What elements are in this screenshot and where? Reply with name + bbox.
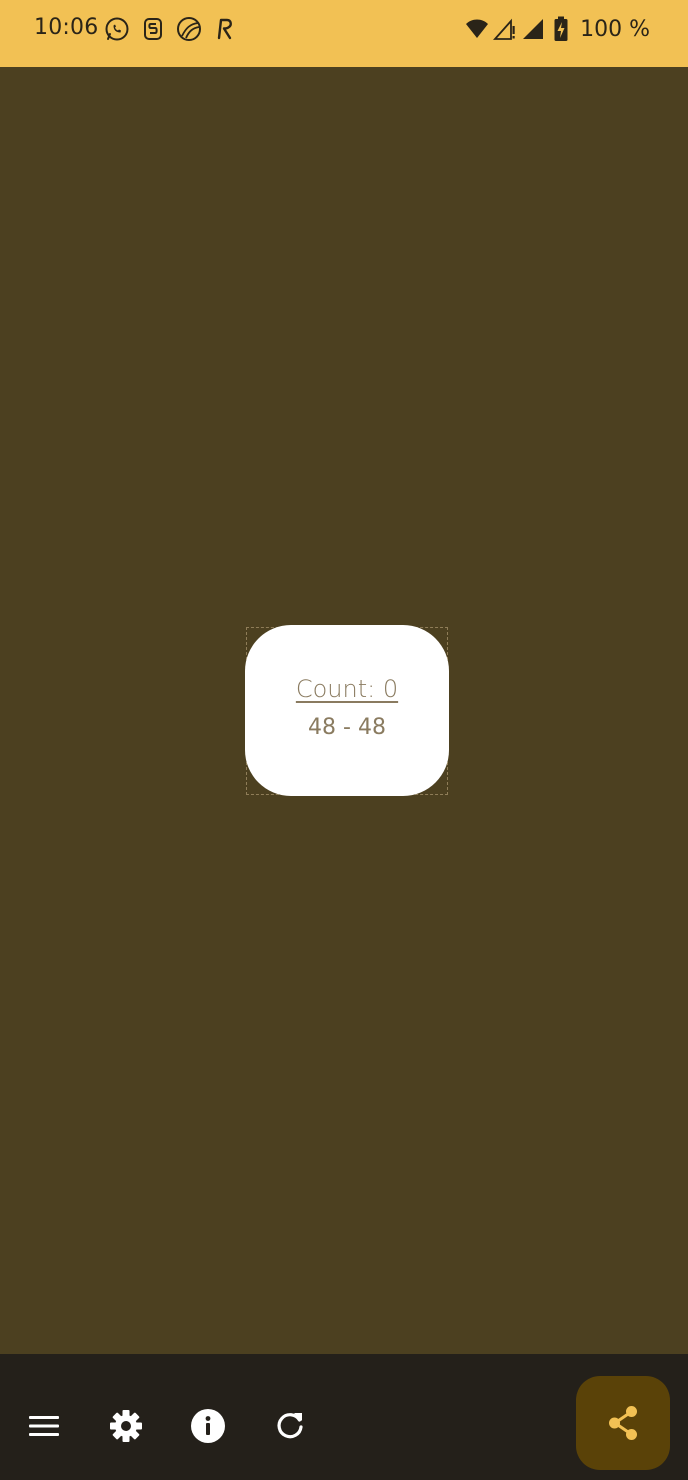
menu-icon [29, 1416, 59, 1436]
cell-signal-full-icon [521, 17, 545, 41]
settings-button[interactable] [106, 1406, 146, 1446]
info-button[interactable] [188, 1406, 228, 1446]
battery-charging-icon [549, 16, 573, 41]
range-label: 48 - 48 [308, 715, 386, 740]
share-icon [609, 1406, 637, 1440]
system-status-icons: 100 % [465, 16, 650, 42]
refresh-button[interactable] [270, 1406, 310, 1446]
count-label[interactable]: Count: 0 [296, 675, 398, 703]
cell-signal-icon [493, 17, 517, 41]
info-icon [191, 1409, 225, 1443]
settings-icon [110, 1410, 142, 1442]
whatsapp-icon [104, 16, 130, 42]
s-app-icon [140, 16, 166, 42]
status-time: 10:06 [34, 15, 99, 40]
refresh-icon [277, 1413, 303, 1439]
notification-icons [104, 16, 238, 42]
menu-button[interactable] [24, 1406, 64, 1446]
battery-percentage: 100 % [580, 16, 650, 42]
r-app-icon [212, 16, 238, 42]
share-button[interactable] [576, 1376, 670, 1470]
wifi-icon [465, 17, 489, 41]
globe-icon [176, 16, 202, 42]
counter-card[interactable]: Count: 0 48 - 48 [245, 625, 449, 796]
status-bar: 10:06 100 % [0, 0, 688, 67]
